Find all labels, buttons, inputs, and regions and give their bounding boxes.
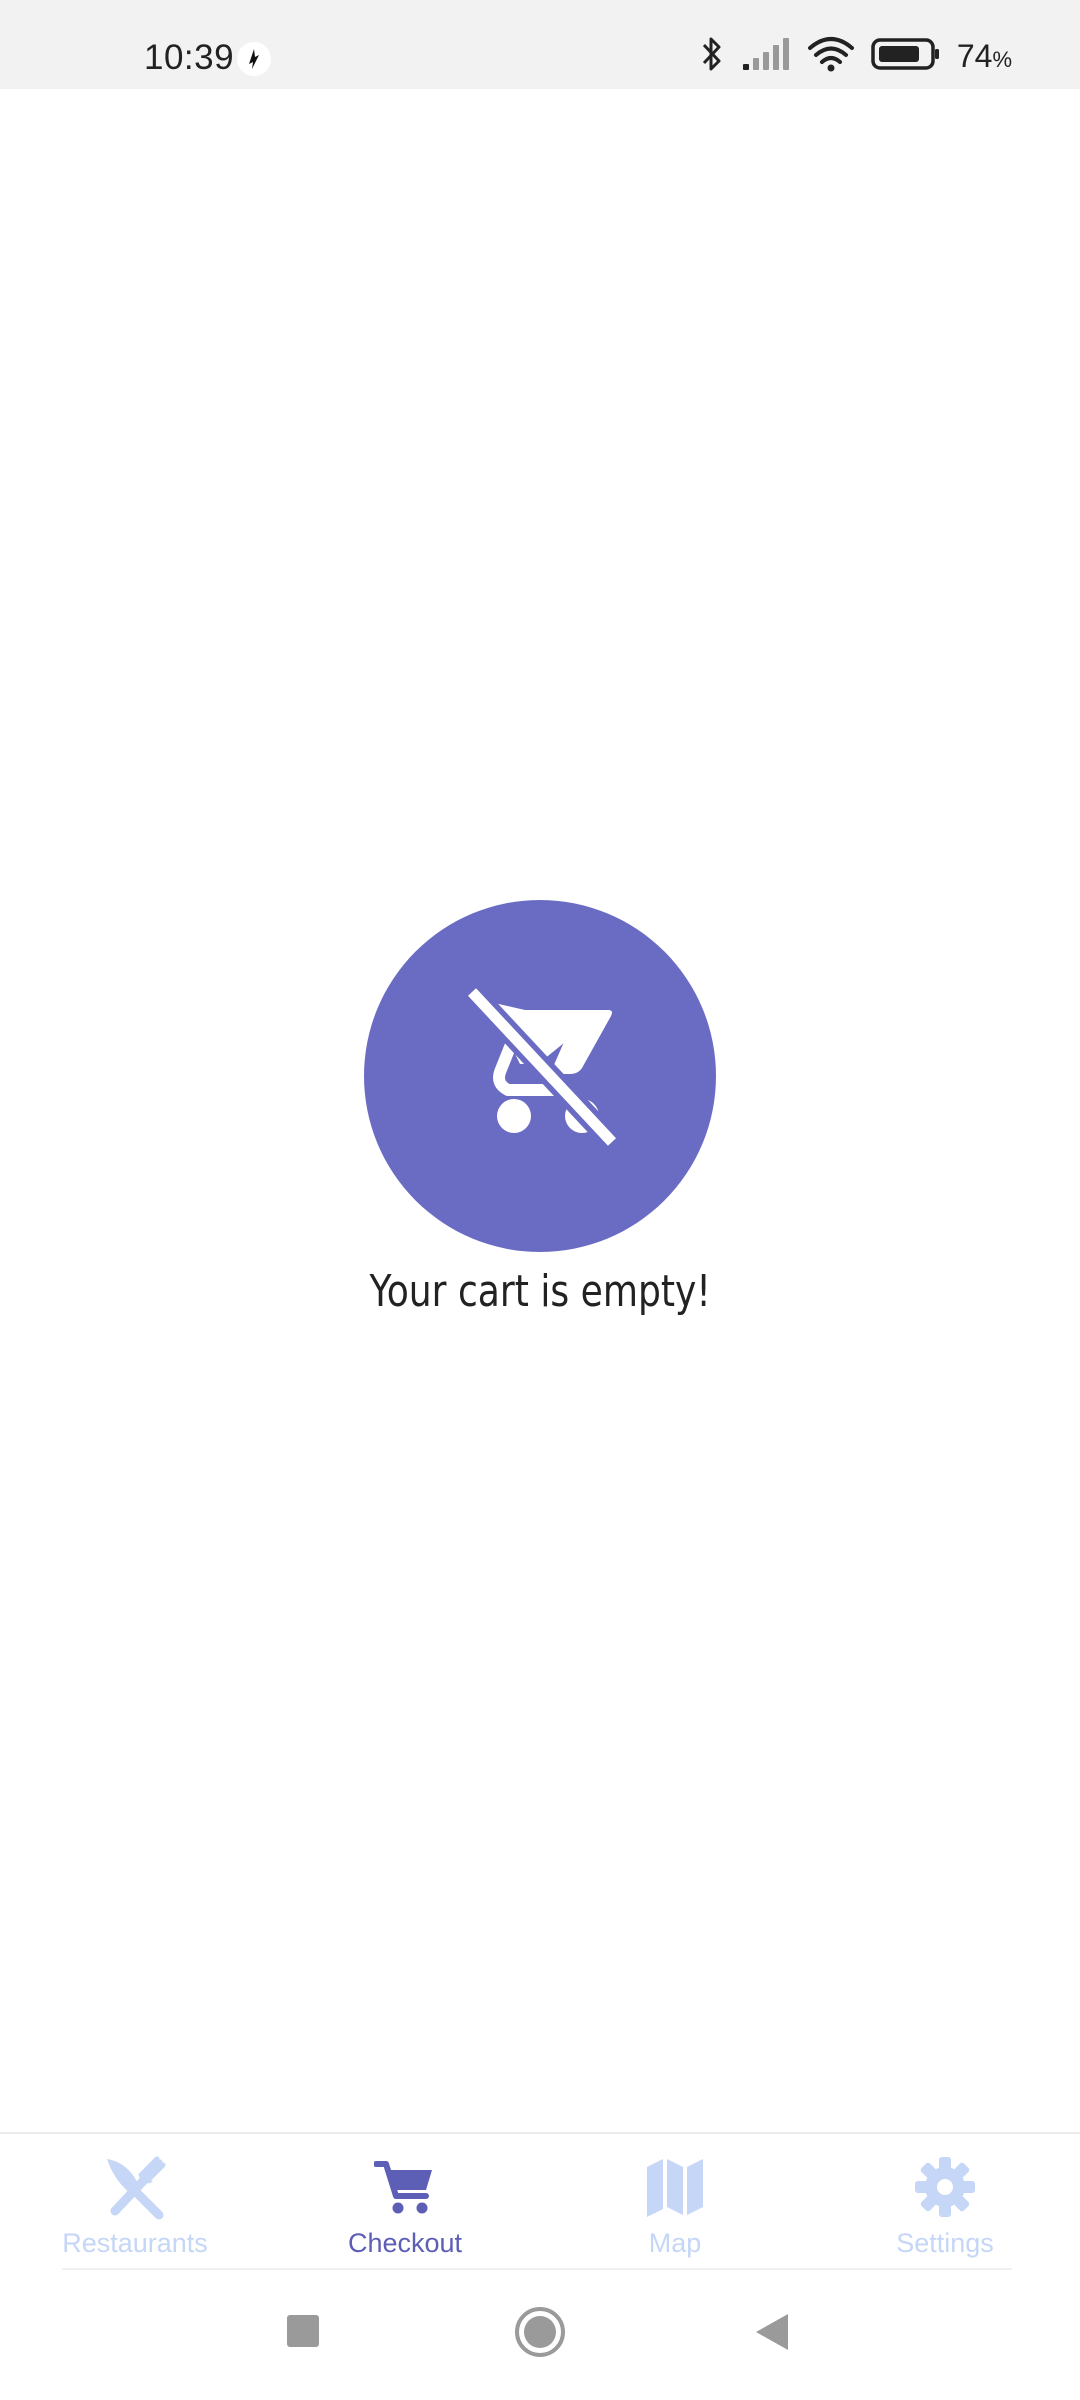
nav-item-settings[interactable]: Settings <box>810 2134 1080 2272</box>
nav-item-map[interactable]: Map <box>540 2134 810 2272</box>
remove-shopping-cart-icon <box>430 964 650 1189</box>
bottom-navigation: Restaurants Checkout Map Settings <box>0 2132 1080 2272</box>
status-time: 10:39 <box>144 38 235 77</box>
status-icons: 74% <box>699 36 1012 76</box>
home-button[interactable] <box>514 2306 566 2363</box>
battery-value: 74 <box>956 37 993 74</box>
nav-label-settings: Settings <box>896 2228 994 2258</box>
wifi-icon <box>807 36 855 77</box>
bluetooth-icon <box>699 34 725 79</box>
nav-label-map: Map <box>648 2228 702 2258</box>
empty-cart-state: Your cart is empty! <box>0 900 1080 1317</box>
shopping-cart-icon <box>370 2152 440 2222</box>
battery-icon <box>871 36 941 77</box>
signal-icon <box>741 36 791 77</box>
nav-label-checkout: Checkout <box>347 2228 463 2258</box>
empty-cart-badge <box>364 900 716 1252</box>
status-bar: 10:39 74% <box>0 0 1080 89</box>
recents-button[interactable] <box>286 2314 320 2353</box>
restaurant-icon <box>100 2152 170 2222</box>
nav-item-restaurants[interactable]: Restaurants <box>0 2134 270 2272</box>
app-notification-icon <box>237 42 271 76</box>
battery-unit: % <box>992 46 1012 72</box>
screen: 10:39 74% Your cart is empty! Restaurant… <box>0 0 1080 2400</box>
back-button[interactable] <box>754 2312 790 2357</box>
map-icon <box>640 2152 710 2222</box>
nav-divider <box>62 2268 1012 2270</box>
battery-percentage: 74% <box>957 38 1012 75</box>
settings-icon <box>910 2152 980 2222</box>
nav-label-restaurants: Restaurants <box>62 2228 208 2258</box>
system-navigation-bar <box>0 2290 1080 2400</box>
nav-item-checkout[interactable]: Checkout <box>270 2134 540 2272</box>
empty-cart-message: Your cart is empty! <box>369 1266 711 1317</box>
